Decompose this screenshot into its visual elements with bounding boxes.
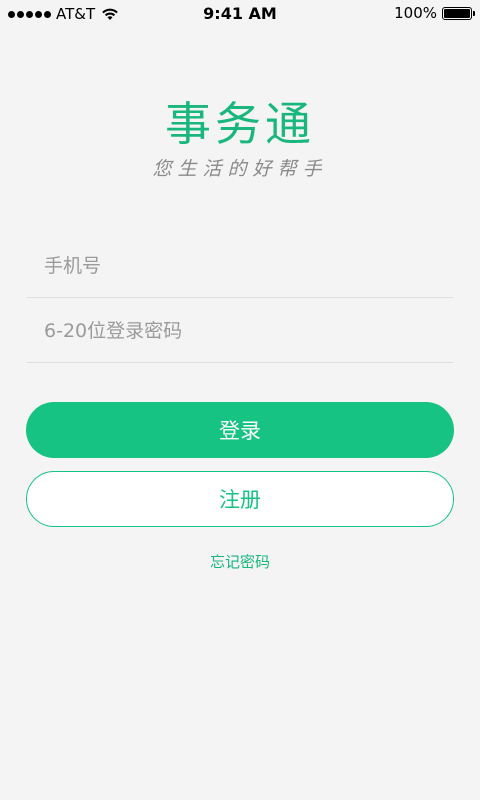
phone-field-container	[27, 234, 453, 298]
status-right: 100%	[394, 4, 475, 22]
status-bar: AT&T 9:41 AM 100%	[0, 0, 480, 28]
battery-icon	[442, 6, 475, 20]
app-slogan: 您生活的好帮手	[152, 158, 328, 180]
battery-percent: 100%	[394, 4, 437, 22]
app-logo: 事务通	[165, 97, 315, 151]
password-field-container	[27, 299, 453, 363]
login-button[interactable]: 登录	[26, 402, 454, 458]
register-button[interactable]: 注册	[26, 471, 454, 527]
forgot-password-link[interactable]: 忘记密码	[0, 551, 480, 572]
password-input[interactable]	[27, 299, 453, 362]
phone-input[interactable]	[27, 234, 453, 297]
